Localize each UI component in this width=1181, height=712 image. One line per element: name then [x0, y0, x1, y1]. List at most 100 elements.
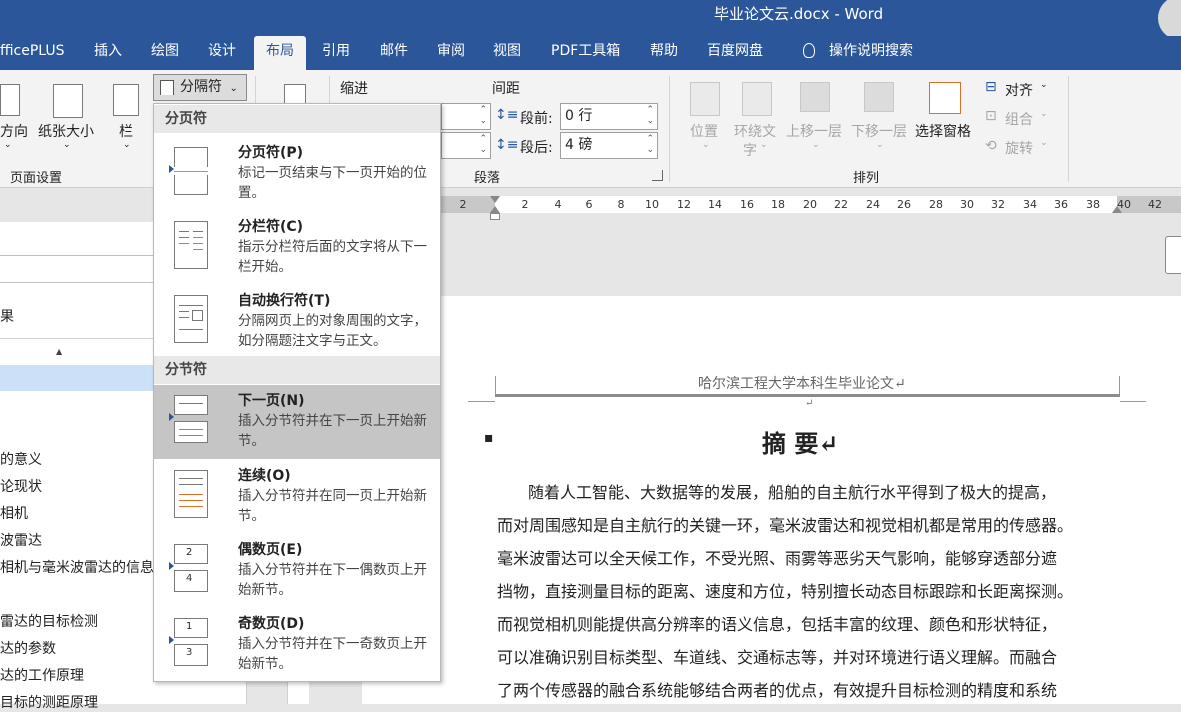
- menu-item-next-page[interactable]: 下一页(N) 插入分节符并在下一页上开始新节。: [154, 385, 440, 459]
- column-break-icon: [174, 221, 208, 269]
- spin-arrows-icon[interactable]: ⌃ ⌄: [646, 105, 654, 127]
- nav-heading-item[interactable]: 目标的测距原理: [0, 692, 98, 712]
- menu-item-page-break[interactable]: 分页符(P) 标记一页结束与下一页开始的位置。: [154, 137, 440, 211]
- collapse-all-icon[interactable]: ▲: [56, 347, 62, 356]
- left-indent-marker[interactable]: [490, 213, 500, 220]
- body-line[interactable]: 了两个传感器的融合系统能够结合两者的优点，有效提升目标检测的精度和系统: [497, 677, 1057, 701]
- orientation-icon[interactable]: [0, 84, 20, 116]
- rotate-button[interactable]: 旋转: [1005, 138, 1033, 158]
- nav-heading-item[interactable]: 相机与毫米波雷达的信息: [0, 557, 154, 577]
- title-bar: 毕业论文云.docx - Word: [0, 0, 1181, 40]
- menu-item-continuous[interactable]: 连续(O) 插入分节符并在同一页上开始新节。: [154, 460, 440, 534]
- nav-heading-item[interactable]: 相机: [0, 503, 28, 523]
- rotate-dropdown-icon[interactable]: ⌄: [1040, 138, 1048, 148]
- body-line[interactable]: 可以准确识别目标类型、车道线、交通标志等，并对环境进行语义理解。而融合: [497, 644, 1057, 668]
- position-icon[interactable]: [690, 82, 720, 116]
- nav-heading-item[interactable]: 论现状: [0, 476, 42, 496]
- breaks-button[interactable]: 分隔符 ⌄: [153, 74, 247, 101]
- account-avatar[interactable]: [1158, 0, 1181, 40]
- spin-arrows-icon[interactable]: ⌃ ⌄: [479, 105, 487, 127]
- orientation-dropdown-icon[interactable]: ⌄: [4, 140, 12, 150]
- tab-help[interactable]: 帮助: [650, 36, 678, 70]
- tab-layout[interactable]: 布局: [254, 36, 306, 70]
- spin-arrows-icon[interactable]: ⌃ ⌄: [646, 134, 654, 156]
- paper-size-button[interactable]: 纸张大小: [38, 121, 94, 141]
- ruler-tick: 10: [645, 198, 659, 211]
- columns-dropdown-icon[interactable]: ⌄: [123, 140, 131, 150]
- bring-forward-dropdown-icon[interactable]: ⌄: [812, 140, 820, 150]
- horizontal-ruler[interactable]: 2 2 4 6 8 10 12 14 16 18 20 22 24 26 28 …: [440, 196, 1181, 213]
- nav-tab-results[interactable]: 果: [0, 306, 14, 326]
- tab-insert[interactable]: 插入: [94, 36, 122, 70]
- tell-me-search[interactable]: 操作说明搜索: [803, 36, 913, 70]
- abstract-heading[interactable]: 摘 要↵: [762, 424, 838, 459]
- ruler-tick: 24: [866, 198, 880, 211]
- wrap-text-icon[interactable]: [742, 82, 772, 116]
- send-backward-icon[interactable]: [864, 82, 894, 112]
- align-dropdown-icon[interactable]: ⌄: [1040, 80, 1048, 90]
- wrap-text-dropdown-icon[interactable]: ⌄: [760, 140, 768, 150]
- breaks-icon: [160, 80, 174, 95]
- first-line-indent-marker[interactable]: [490, 196, 500, 203]
- tab-references[interactable]: 引用: [322, 36, 350, 70]
- space-before-input[interactable]: 0 行 ⌃ ⌄: [560, 103, 658, 130]
- tab-review[interactable]: 审阅: [437, 36, 465, 70]
- body-line[interactable]: 随着人工智能、大数据等的发展，船舶的自主航行水平得到了极大的提高，: [528, 479, 1056, 503]
- nav-heading-item[interactable]: 雷达的目标检测: [0, 611, 98, 631]
- space-after-icon: ↕≡: [495, 137, 519, 153]
- nav-heading-item[interactable]: 达的工作原理: [0, 665, 84, 685]
- side-panel-icon[interactable]: [1165, 236, 1181, 274]
- nav-heading-item[interactable]: 达的参数: [0, 638, 56, 658]
- ruler-tick: 34: [1023, 198, 1037, 211]
- tab-design[interactable]: 设计: [208, 36, 236, 70]
- space-after-input[interactable]: 4 磅 ⌃ ⌄: [560, 132, 658, 159]
- nav-heading-item[interactable]: 波雷达: [0, 530, 42, 550]
- wrap-text-button-line2[interactable]: 字: [743, 140, 757, 160]
- menu-item-column-break[interactable]: 分栏符(C) 指示分栏符后面的文字将从下一栏开始。: [154, 211, 440, 285]
- send-backward-dropdown-icon[interactable]: ⌄: [876, 140, 884, 150]
- paragraph-dialog-launcher-icon[interactable]: [652, 170, 663, 181]
- selection-pane-icon[interactable]: [929, 82, 961, 114]
- space-before-label: 段前:: [520, 111, 553, 127]
- header-margin-line: [495, 376, 496, 394]
- menu-item-even-page[interactable]: 2 4 偶数页(E) 插入分节符并在下一偶数页上开始新节。: [154, 534, 440, 608]
- indent-right-input[interactable]: ⌃ ⌄: [441, 132, 491, 159]
- right-indent-marker[interactable]: [1112, 206, 1122, 213]
- position-dropdown-icon[interactable]: ⌄: [702, 140, 710, 150]
- orientation-button[interactable]: 方向: [0, 121, 28, 141]
- menu-item-text-wrapping-break[interactable]: 自动换行符(T) 分隔网页上的对象周围的文字，如分隔题注文字与正文。: [154, 285, 440, 359]
- page-header-text[interactable]: 哈尔滨工程大学本科生毕业论文↵: [698, 373, 906, 393]
- group-dropdown-icon[interactable]: ⌄: [1040, 109, 1048, 119]
- columns-icon[interactable]: [113, 84, 139, 116]
- wrap-text-button[interactable]: 环绕文: [734, 121, 776, 141]
- menu-item-odd-page[interactable]: 1 3 奇数页(D) 插入分节符并在下一奇数页上开始新节。: [154, 608, 440, 682]
- tab-pdf-toolbox[interactable]: PDF工具箱: [551, 36, 620, 70]
- indent-left-input[interactable]: ⌃ ⌄: [441, 103, 491, 130]
- bring-forward-icon[interactable]: [800, 82, 830, 112]
- nav-heading-item[interactable]: 的意义: [0, 449, 42, 469]
- body-line[interactable]: 而对周围感知是自主航行的关键一环，毫米波雷达和视觉相机都是常用的传感器。: [497, 512, 1073, 536]
- tab-baidu-netdisk[interactable]: 百度网盘: [707, 36, 763, 70]
- hanging-indent-marker[interactable]: [490, 206, 500, 213]
- ruler-margin-left: [440, 196, 495, 213]
- align-button[interactable]: 对齐: [1005, 80, 1033, 100]
- paper-size-icon[interactable]: [53, 84, 83, 118]
- position-button[interactable]: 位置: [690, 121, 718, 141]
- ruler-tick: 16: [740, 198, 754, 211]
- body-line[interactable]: 而视觉相机则能提供高分辨率的语义信息，包括丰富的纹理、颜色和形状特征，: [497, 611, 1057, 635]
- spin-arrows-icon[interactable]: ⌃ ⌄: [479, 134, 487, 156]
- selection-pane-button[interactable]: 选择窗格: [915, 121, 971, 141]
- body-line[interactable]: 挡物，直接测量目标的距离、速度和方位，特别擅长动态目标跟踪和长距离探测。: [497, 578, 1073, 602]
- tab-mailings[interactable]: 邮件: [380, 36, 408, 70]
- body-line[interactable]: 毫米波雷达可以全天候工作，不受光照、雨雾等恶劣天气影响，能够穿透部分遮: [497, 545, 1057, 569]
- group-button[interactable]: 组合: [1005, 109, 1033, 129]
- page-setup-group-label: 页面设置: [10, 171, 63, 186]
- tab-view[interactable]: 视图: [493, 36, 521, 70]
- tab-officeplus[interactable]: fficePLUS: [0, 36, 65, 70]
- bring-forward-button[interactable]: 上移一层: [786, 121, 842, 141]
- menu-item-title: 下一页(N): [238, 393, 305, 409]
- columns-button[interactable]: 栏: [119, 121, 133, 141]
- tab-draw[interactable]: 绘图: [151, 36, 179, 70]
- send-backward-button[interactable]: 下移一层: [851, 121, 907, 141]
- paper-size-dropdown-icon[interactable]: ⌄: [63, 140, 71, 150]
